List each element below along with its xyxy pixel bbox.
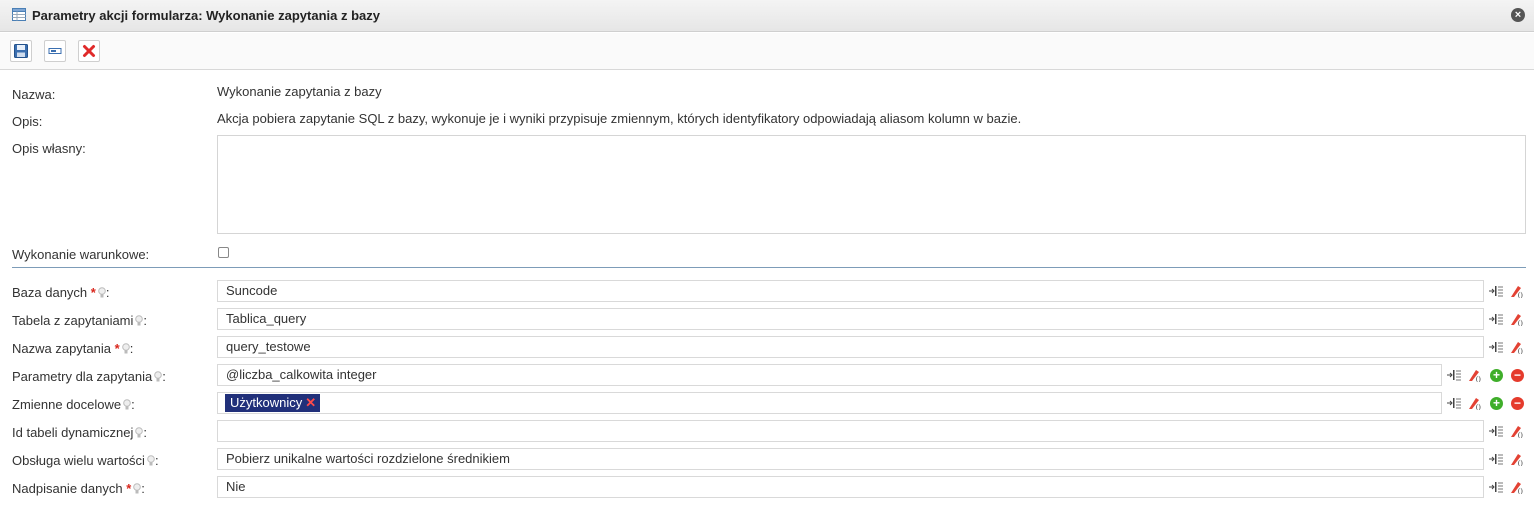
param-label-id-tabeli-dynamicznej: Id tabeli dynamicznej: — [12, 425, 148, 440]
function-edit-icon[interactable]: () — [1468, 396, 1482, 410]
lightbulb-icon — [123, 399, 131, 410]
insert-variable-icon[interactable] — [1489, 312, 1503, 326]
param-field-obsluga-wielu-wartosci[interactable]: Pobierz unikalne wartości rozdzielone śr… — [217, 448, 1484, 470]
text-field-icon — [48, 48, 62, 54]
form-content: Nazwa: Wykonanie zapytania z bazy Opis: … — [0, 71, 1534, 508]
param-label-baza-danych: Baza danych *: — [12, 285, 110, 300]
function-edit-icon[interactable]: () — [1510, 424, 1524, 438]
section-divider — [12, 267, 1526, 268]
lightbulb-icon — [98, 287, 106, 298]
svg-text:(): () — [1518, 319, 1523, 326]
own-description-textarea[interactable] — [217, 135, 1526, 234]
function-edit-icon[interactable]: () — [1510, 340, 1524, 354]
param-label-nadpisanie-danych: Nadpisanie danych *: — [12, 481, 145, 496]
function-edit-icon[interactable]: () — [1510, 284, 1524, 298]
param-label-parametry-dla-zapytania: Parametry dla zapytania: — [12, 369, 166, 384]
insert-variable-icon[interactable] — [1489, 480, 1503, 494]
insert-variable-icon[interactable] — [1447, 396, 1461, 410]
required-mark: * — [126, 481, 132, 496]
remove-row-icon[interactable]: − — [1511, 369, 1524, 382]
window-title: Parametry akcji formularza: Wykonanie za… — [32, 8, 381, 23]
param-label-obsluga-wielu-wartosci: Obsługa wielu wartości: — [12, 453, 159, 468]
lightbulb-icon — [121, 343, 130, 354]
param-field-nazwa-zapytania[interactable]: query_testowe — [217, 336, 1484, 358]
floppy-disk-icon — [14, 44, 28, 58]
red-x-icon — [83, 45, 95, 57]
function-edit-icon[interactable]: () — [1468, 368, 1482, 382]
svg-text:(): () — [1476, 375, 1481, 382]
svg-text:(): () — [1518, 487, 1523, 494]
required-mark: * — [114, 341, 120, 356]
param-field-baza-danych[interactable]: Suncode — [217, 280, 1484, 302]
save-button[interactable] — [10, 40, 32, 62]
insert-variable-icon[interactable] — [1489, 452, 1503, 466]
param-label-zmienne-docelowe: Zmienne docelowe: — [12, 397, 135, 412]
table-icon — [12, 8, 26, 21]
svg-text:(): () — [1518, 459, 1523, 466]
name-value: Wykonanie zapytania z bazy — [217, 84, 382, 99]
svg-text:(): () — [1518, 347, 1523, 354]
tag-remove-icon[interactable]: ✕ — [305, 395, 316, 410]
conditional-execution-label: Wykonanie warunkowe: — [12, 247, 150, 262]
svg-text:(): () — [1518, 431, 1523, 438]
conditional-execution-checkbox[interactable] — [218, 247, 229, 258]
insert-variable-icon[interactable] — [1447, 368, 1461, 382]
delete-button[interactable] — [78, 40, 100, 62]
rename-button[interactable] — [44, 40, 66, 62]
description-value: Akcja pobiera zapytanie SQL z bazy, wyko… — [217, 111, 1022, 126]
param-field-nadpisanie-danych[interactable]: Nie — [217, 476, 1484, 498]
required-mark: * — [90, 285, 96, 300]
add-row-icon[interactable]: + — [1490, 369, 1503, 382]
insert-variable-icon[interactable] — [1489, 340, 1503, 354]
svg-text:(): () — [1518, 291, 1523, 298]
description-label: Opis: — [12, 114, 43, 129]
function-edit-icon[interactable]: () — [1510, 452, 1524, 466]
close-icon[interactable]: × — [1511, 8, 1525, 22]
param-label-tabela-z-zapytaniami: Tabela z zapytaniami: — [12, 313, 148, 328]
insert-variable-icon[interactable] — [1489, 284, 1503, 298]
param-field-parametry-dla-zapytania[interactable]: @liczba_calkowita integer — [217, 364, 1442, 386]
variable-tag: Użytkownicy ✕ — [225, 394, 321, 412]
name-label: Nazwa: — [12, 87, 56, 102]
insert-variable-icon[interactable] — [1489, 424, 1503, 438]
own-description-label: Opis własny: — [12, 141, 86, 156]
param-field-tabela-z-zapytaniami[interactable]: Tablica_query — [217, 308, 1484, 330]
param-field-id-tabeli-dynamicznej[interactable] — [217, 420, 1484, 442]
remove-row-icon[interactable]: − — [1511, 397, 1524, 410]
function-edit-icon[interactable]: () — [1510, 312, 1524, 326]
lightbulb-icon — [147, 455, 155, 466]
add-row-icon[interactable]: + — [1490, 397, 1503, 410]
param-label-nazwa-zapytania: Nazwa zapytania *: — [12, 341, 134, 356]
window-titlebar: Parametry akcji formularza: Wykonanie za… — [0, 0, 1534, 32]
param-field-zmienne-docelowe[interactable]: Użytkownicy ✕ — [217, 392, 1442, 414]
toolbar — [0, 33, 1534, 70]
svg-text:(): () — [1476, 403, 1481, 410]
function-edit-icon[interactable]: () — [1510, 480, 1524, 494]
lightbulb-icon — [154, 371, 162, 382]
